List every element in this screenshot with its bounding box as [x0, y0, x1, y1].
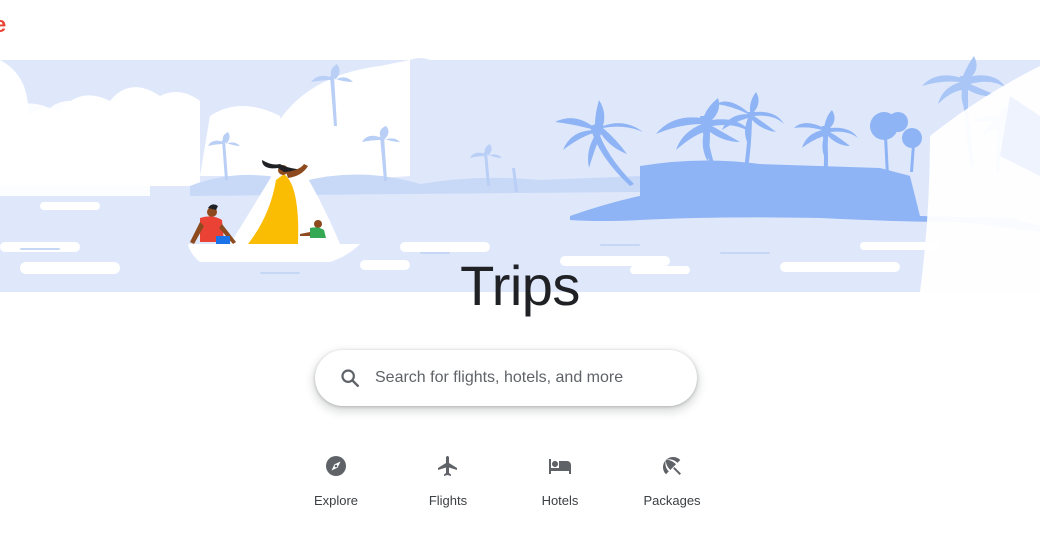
search-placeholder: Search for flights, hotels, and more	[375, 369, 624, 386]
trips-page: e Trips Search for flights, hotels, and …	[0, 0, 1040, 544]
category-flights[interactable]: Flights	[392, 450, 504, 520]
bed-icon	[548, 454, 572, 478]
category-explore[interactable]: Explore	[280, 450, 392, 520]
category-packages[interactable]: Packages	[616, 450, 728, 520]
category-hotels[interactable]: Hotels	[504, 450, 616, 520]
category-label: Packages	[643, 493, 701, 508]
compass-icon	[324, 454, 348, 478]
google-logo-fragment[interactable]: e	[0, 14, 6, 36]
category-label: Flights	[428, 493, 468, 508]
category-label: Hotels	[541, 493, 579, 508]
category-label: Explore	[313, 493, 359, 508]
beach-umbrella-icon	[660, 454, 684, 478]
page-title: Trips	[460, 254, 580, 317]
airplane-icon	[436, 454, 460, 478]
search-icon	[339, 367, 361, 389]
search-input[interactable]: Search for flights, hotels, and more	[315, 350, 697, 406]
category-nav: Explore Flights Hotels Packages	[280, 450, 728, 520]
